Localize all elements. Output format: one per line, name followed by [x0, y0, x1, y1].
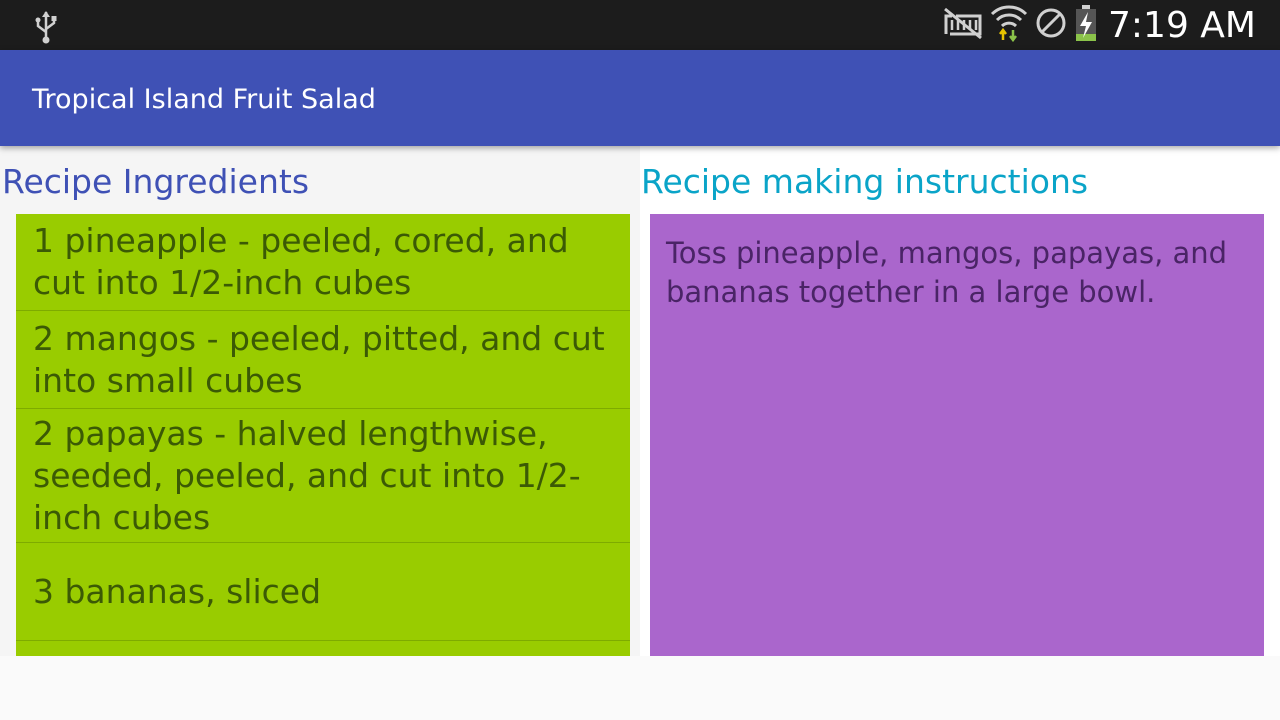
app-bar: Tropical Island Fruit Salad — [0, 50, 1280, 146]
ingredient-item[interactable]: 2 papayas - halved lengthwise, seeded, p… — [16, 409, 630, 543]
content-area: Recipe Ingredients Recipe making instruc… — [0, 146, 1280, 720]
ingredient-text: 3 bananas, sliced — [33, 571, 322, 611]
battery-charging-icon — [1074, 4, 1104, 47]
ingredients-list[interactable]: 1 pineapple - peeled, cored, and cut int… — [16, 214, 630, 656]
usb-icon — [34, 10, 58, 49]
instructions-text: Toss pineapple, mangos, papayas, and ban… — [666, 236, 1228, 309]
ingredient-text: 2 papayas - halved lengthwise, seeded, p… — [33, 413, 581, 537]
do-not-disturb-icon — [1034, 6, 1074, 45]
ingredient-item[interactable]: 2 mangos - peeled, pitted, and cut into … — [16, 311, 630, 409]
app-title: Tropical Island Fruit Salad — [32, 84, 376, 115]
status-clock: 7:19 AM — [1108, 4, 1256, 46]
wifi-icon — [990, 4, 1034, 47]
ingredient-item[interactable]: 3 bananas, sliced — [16, 543, 630, 641]
instructions-card: Toss pineapple, mangos, papayas, and ban… — [650, 214, 1264, 656]
ingredient-text: 1 pineapple - peeled, cored, and cut int… — [33, 221, 569, 302]
ingredient-item[interactable]: 1 pineapple - peeled, cored, and cut int… — [16, 214, 630, 311]
no-sim-icon — [942, 6, 990, 45]
ingredients-heading: Recipe Ingredients — [2, 162, 310, 201]
instructions-heading: Recipe making instructions — [641, 162, 1089, 201]
ingredient-text: 2 mangos - peeled, pitted, and cut into … — [33, 318, 605, 400]
status-bar: 7:19 AM — [0, 0, 1280, 50]
